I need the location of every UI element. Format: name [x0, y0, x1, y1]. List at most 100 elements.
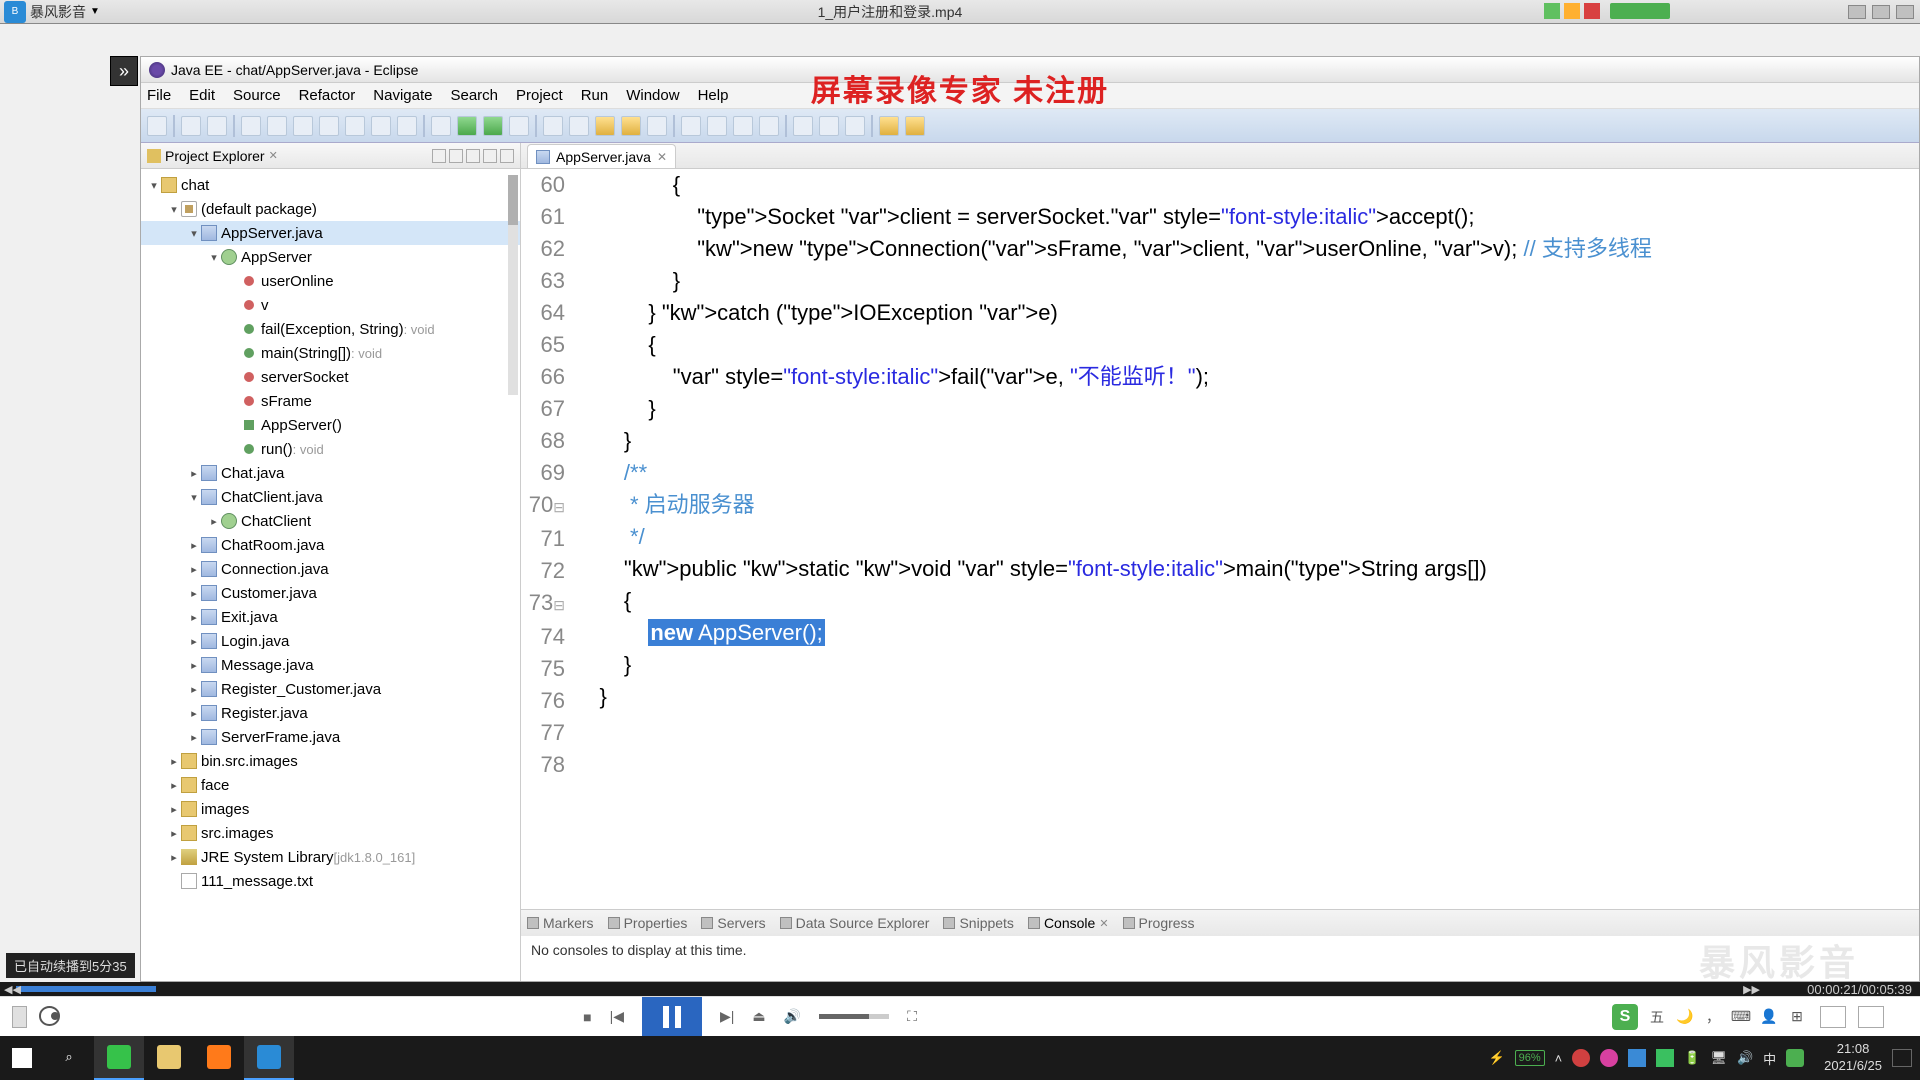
scrollbar-thumb[interactable] [508, 175, 518, 225]
tree-member[interactable]: run() [261, 441, 293, 458]
task-explorer[interactable] [144, 1036, 194, 1080]
tree-txt[interactable]: 111_message.txt [201, 873, 313, 890]
task-edge[interactable] [94, 1036, 144, 1080]
maximize-button[interactable] [1872, 5, 1890, 19]
tree-file[interactable]: Exit.java [221, 609, 278, 626]
tool-button[interactable] [759, 116, 779, 136]
library-button[interactable] [12, 1006, 27, 1028]
tab-markers[interactable]: Markers [527, 915, 594, 931]
collapse-all-button[interactable] [432, 149, 446, 163]
tool-button[interactable] [397, 116, 417, 136]
tree-file[interactable]: ChatRoom.java [221, 537, 324, 554]
tool-button[interactable] [241, 116, 261, 136]
tree-folder[interactable]: src.images [201, 825, 274, 842]
tree-file[interactable]: Chat.java [221, 465, 284, 482]
tree-file[interactable]: ServerFrame.java [221, 729, 340, 746]
menu-edit[interactable]: Edit [189, 87, 215, 104]
prev-button[interactable]: |◀ [610, 1008, 624, 1025]
tree-file[interactable]: Customer.java [221, 585, 317, 602]
tree-class[interactable]: AppServer [241, 249, 312, 266]
battery-level[interactable]: 96% [1515, 1050, 1545, 1066]
eject-button[interactable]: ⏏ [752, 1008, 765, 1025]
close-icon[interactable]: ✕ [657, 150, 667, 164]
tool-button[interactable] [595, 116, 615, 136]
project-tree[interactable]: ▾chat ▾(default package) ▾AppServer.java… [141, 169, 520, 981]
tree-pkg[interactable]: (default package) [201, 201, 317, 218]
tray-app-icon[interactable] [1600, 1049, 1618, 1067]
menu-source[interactable]: Source [233, 87, 281, 104]
close-button[interactable] [1896, 5, 1914, 19]
tool-button[interactable] [681, 116, 701, 136]
tool-button[interactable] [569, 116, 589, 136]
tool-button[interactable] [845, 116, 865, 136]
play-pause-button[interactable] [642, 997, 702, 1037]
run-last-button[interactable] [483, 116, 503, 136]
link-editor-button[interactable] [449, 149, 463, 163]
tool-button[interactable] [345, 116, 365, 136]
minimize-button[interactable] [483, 149, 497, 163]
back-button[interactable] [879, 116, 899, 136]
tab-servers[interactable]: Servers [701, 915, 765, 931]
editor-tab-active[interactable]: AppServer.java ✕ [527, 144, 676, 168]
menu-run[interactable]: Run [581, 87, 609, 104]
keyboard-icon[interactable]: ⌨ [1732, 1008, 1750, 1026]
menu-file[interactable]: File [147, 87, 171, 104]
volume-icon[interactable]: 🔊 [1737, 1050, 1753, 1066]
search-button[interactable]: ⌕ [44, 1036, 94, 1080]
tree-file[interactable]: ChatClient.java [221, 489, 323, 506]
tree-member[interactable]: main(String[]) [261, 345, 351, 362]
fullscreen-button[interactable]: ⛶ [907, 1008, 917, 1025]
tray-expand-icon[interactable]: ˄ [1555, 1051, 1563, 1066]
tray-app-icon[interactable] [1572, 1049, 1590, 1067]
save-button[interactable] [181, 116, 201, 136]
tab-datasource[interactable]: Data Source Explorer [780, 915, 930, 931]
tool-button[interactable] [509, 116, 529, 136]
ime-indicator[interactable]: 中 [1763, 1049, 1776, 1068]
save-all-button[interactable] [207, 116, 227, 136]
forward-button[interactable] [905, 116, 925, 136]
next-button[interactable]: ▶| [720, 1008, 734, 1025]
tree-member[interactable]: sFrame [261, 393, 312, 410]
volume-slider[interactable] [819, 1014, 889, 1019]
maximize-button[interactable] [500, 149, 514, 163]
close-icon[interactable]: ✕ [1099, 917, 1108, 930]
tree-member[interactable]: v [261, 297, 269, 314]
tree-file[interactable]: Register_Customer.java [221, 681, 381, 698]
menu-project[interactable]: Project [516, 87, 563, 104]
tree-lib[interactable]: JRE System Library [201, 849, 334, 866]
sogou-ime-icon[interactable]: S [1612, 1004, 1638, 1030]
tool-button[interactable] [733, 116, 753, 136]
minimize-button[interactable] [1848, 5, 1866, 19]
moon-icon[interactable]: 🌙 [1676, 1008, 1694, 1026]
tree-member[interactable]: AppServer() [261, 417, 342, 434]
battery-icon[interactable]: 🔋 [1684, 1050, 1700, 1066]
mute-button[interactable]: 🔊 [784, 1008, 801, 1025]
code-lines[interactable]: { "type">Socket "var">client = serverSoc… [575, 169, 1919, 909]
tool-button[interactable] [819, 116, 839, 136]
network-icon[interactable]: 🖥 [1710, 1050, 1727, 1066]
forward-icon[interactable]: ▶▶ [1743, 983, 1760, 996]
menu-refactor[interactable]: Refactor [299, 87, 356, 104]
menu-search[interactable]: Search [450, 87, 498, 104]
rewind-icon[interactable]: ◀◀ [4, 983, 21, 996]
tab-progress[interactable]: Progress [1123, 915, 1195, 931]
tool-button[interactable] [319, 116, 339, 136]
sogou-tray-icon[interactable] [1786, 1049, 1804, 1067]
view-menu-button[interactable] [466, 149, 480, 163]
tree-folder[interactable]: face [201, 777, 229, 794]
tool-button[interactable] [707, 116, 727, 136]
tool-button[interactable] [647, 116, 667, 136]
tool-button[interactable] [621, 116, 641, 136]
grid-icon[interactable]: ⊞ [1788, 1008, 1806, 1026]
task-baofeng[interactable] [244, 1036, 294, 1080]
tree-folder[interactable]: images [201, 801, 249, 818]
tree-file-selected[interactable]: AppServer.java [221, 225, 323, 242]
tree-file[interactable]: Message.java [221, 657, 314, 674]
tab-console[interactable]: Console ✕ [1028, 915, 1109, 931]
tree-file[interactable]: Login.java [221, 633, 289, 650]
perspective-switch-icon[interactable]: » [110, 56, 138, 86]
debug-button[interactable] [431, 116, 451, 136]
progress-bar-row[interactable]: ◀◀ ▶▶ 00:00:21/00:05:39 [0, 982, 1920, 996]
eye-mode-button[interactable] [39, 1006, 61, 1026]
tab-properties[interactable]: Properties [608, 915, 688, 931]
